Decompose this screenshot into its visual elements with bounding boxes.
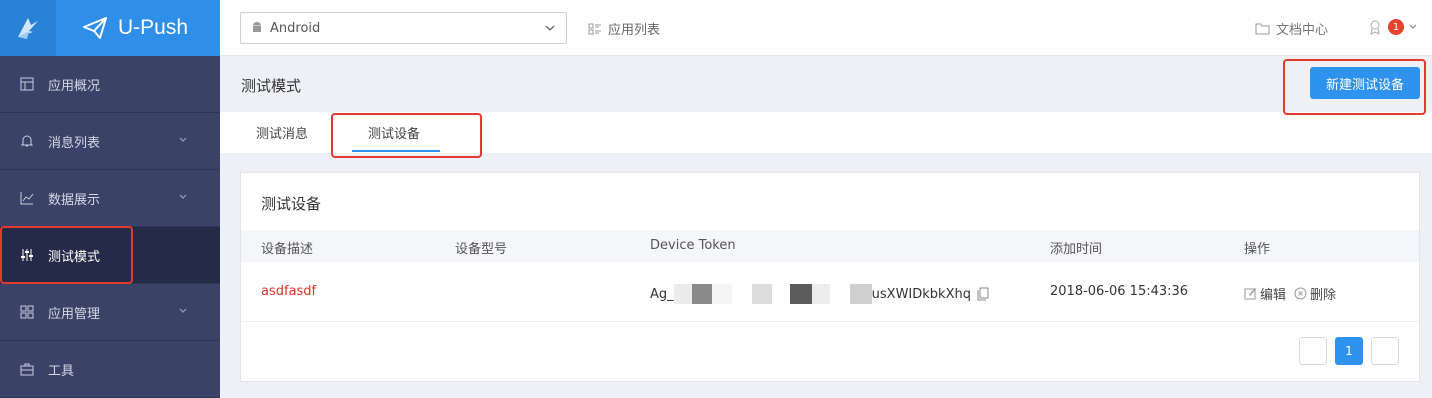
paper-plane-icon — [83, 17, 107, 39]
token-redaction — [829, 284, 850, 304]
next-page-button[interactable] — [1371, 337, 1399, 365]
sidebar-item-label: 消息列表 — [48, 135, 101, 151]
page-header: 测试模式 新建测试设备 — [220, 56, 1432, 112]
edit-icon — [1244, 288, 1256, 300]
brand-logo[interactable]: U-Push — [0, 0, 220, 56]
row-actions: 编辑 删除 — [1244, 284, 1344, 303]
device-token: Ag_ usXWIDkbkXhq — [650, 284, 989, 304]
android-icon — [253, 22, 261, 32]
token-redaction — [673, 284, 692, 304]
docs-link[interactable]: 文档中心 — [1255, 19, 1328, 38]
column-header: 设备型号 — [455, 242, 508, 257]
token-redaction — [789, 284, 812, 304]
grid-icon — [20, 305, 34, 319]
chart-icon — [20, 192, 34, 205]
delete-button[interactable]: 删除 — [1294, 284, 1336, 303]
token-redaction — [771, 284, 790, 304]
brand-name: U-Push — [118, 16, 189, 39]
toolbox-icon — [20, 363, 34, 376]
pagination: 1 — [1291, 337, 1399, 365]
column-header: Device Token — [650, 238, 736, 253]
chevron-down-icon — [179, 194, 187, 199]
card-title: 测试设备 — [261, 195, 322, 213]
sidebar-item-data[interactable]: 数据展示 — [0, 170, 220, 227]
platform-value: Android — [270, 20, 321, 36]
chevron-down-icon — [179, 308, 187, 313]
top-bar: Android 应用列表 文档中心 1 — [220, 0, 1432, 56]
token-redaction — [711, 284, 732, 304]
token-redaction — [849, 284, 872, 304]
docs-label: 文档中心 — [1275, 23, 1328, 38]
user-icon — [1370, 20, 1380, 35]
device-description: asdfasdf — [261, 284, 317, 299]
highlight-box — [0, 226, 133, 284]
column-header: 添加时间 — [1050, 242, 1103, 257]
token-suffix: usXWIDkbkXhq — [871, 286, 971, 302]
notification-badge: 1 — [1388, 19, 1404, 35]
user-menu[interactable]: 1 — [1368, 19, 1418, 35]
folder-icon — [1255, 23, 1270, 35]
sidebar-item-label: 应用概况 — [48, 78, 101, 94]
added-time: 2018-06-06 15:43:36 — [1050, 284, 1189, 299]
sidebar-item-label: 数据展示 — [48, 192, 101, 208]
list-icon — [588, 23, 601, 34]
bird-logo-icon — [0, 0, 56, 56]
highlight-box — [331, 113, 482, 158]
app-list-link[interactable]: 应用列表 — [588, 19, 660, 38]
page-title: 测试模式 — [241, 77, 302, 95]
bell-icon — [20, 135, 34, 147]
test-device-card: 测试设备 设备描述 设备型号 Device Token 添加时间 操作 asdf… — [240, 172, 1420, 382]
column-header: 设备描述 — [261, 242, 314, 257]
table-row: asdfasdf Ag_ usXWIDkbkXhq 2018-06-06 15:… — [241, 262, 1419, 322]
app-list-label: 应用列表 — [608, 23, 661, 38]
copy-icon[interactable] — [977, 287, 989, 301]
token-redaction — [731, 284, 752, 304]
delete-label: 删除 — [1310, 288, 1337, 303]
edit-label: 编辑 — [1260, 288, 1287, 303]
token-redaction — [751, 284, 772, 304]
highlight-box — [1283, 59, 1426, 115]
tab-test-message[interactable]: 测试消息 — [256, 123, 308, 142]
prev-page-button[interactable] — [1299, 337, 1327, 365]
sidebar-item-label: 应用管理 — [48, 306, 101, 322]
sidebar-item-messages[interactable]: 消息列表 — [0, 113, 220, 170]
table-header: 设备描述 设备型号 Device Token 添加时间 操作 — [241, 230, 1419, 262]
edit-button[interactable]: 编辑 — [1244, 284, 1286, 303]
close-circle-icon — [1294, 287, 1307, 300]
chevron-down-icon — [545, 25, 555, 31]
sidebar-item-app-manage[interactable]: 应用管理 — [0, 284, 220, 341]
token-redaction — [691, 284, 712, 304]
platform-select[interactable]: Android — [240, 12, 567, 44]
token-prefix: Ag_ — [650, 286, 674, 302]
layout-icon — [20, 77, 34, 91]
sidebar-item-tools[interactable]: 工具 — [0, 341, 220, 398]
chevron-down-icon — [179, 137, 187, 142]
token-redaction — [811, 284, 830, 304]
column-header: 操作 — [1244, 242, 1271, 257]
page-number-button[interactable]: 1 — [1335, 337, 1363, 365]
sidebar-item-overview[interactable]: 应用概况 — [0, 56, 220, 113]
sidebar-item-label: 工具 — [48, 363, 75, 379]
chevron-down-icon — [1409, 24, 1417, 29]
